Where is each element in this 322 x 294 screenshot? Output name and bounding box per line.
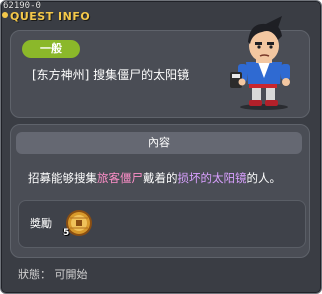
coin-icon xyxy=(66,210,92,236)
npc-character-icon xyxy=(230,16,290,110)
reward-box xyxy=(18,200,306,248)
description-monster-name: 旅客僵尸 xyxy=(97,171,143,185)
title-bullet-icon xyxy=(2,12,8,18)
quest-category-badge: 一般 xyxy=(22,40,80,58)
reward-label: 獎勵 xyxy=(30,217,52,230)
description-item-name: 损坏的太阳镜 xyxy=(177,171,247,185)
npc-portrait xyxy=(230,16,290,110)
description-text: 的人。 xyxy=(246,171,282,185)
quest-description: 招募能够搜集旅客僵尸戴着的损坏的太阳镜的人。 xyxy=(28,170,281,186)
description-text: 招募能够搜集 xyxy=(28,171,97,185)
quest-name: [东方神州] 搜集僵尸的太阳镜 xyxy=(32,68,190,82)
reward-quantity: 5 xyxy=(63,228,70,238)
quest-status: 狀態： 可開始 xyxy=(18,268,88,281)
window-title: QUEST INFO xyxy=(10,10,91,23)
description-text: 戴着的 xyxy=(143,171,178,185)
content-header: 內容 xyxy=(16,132,302,154)
